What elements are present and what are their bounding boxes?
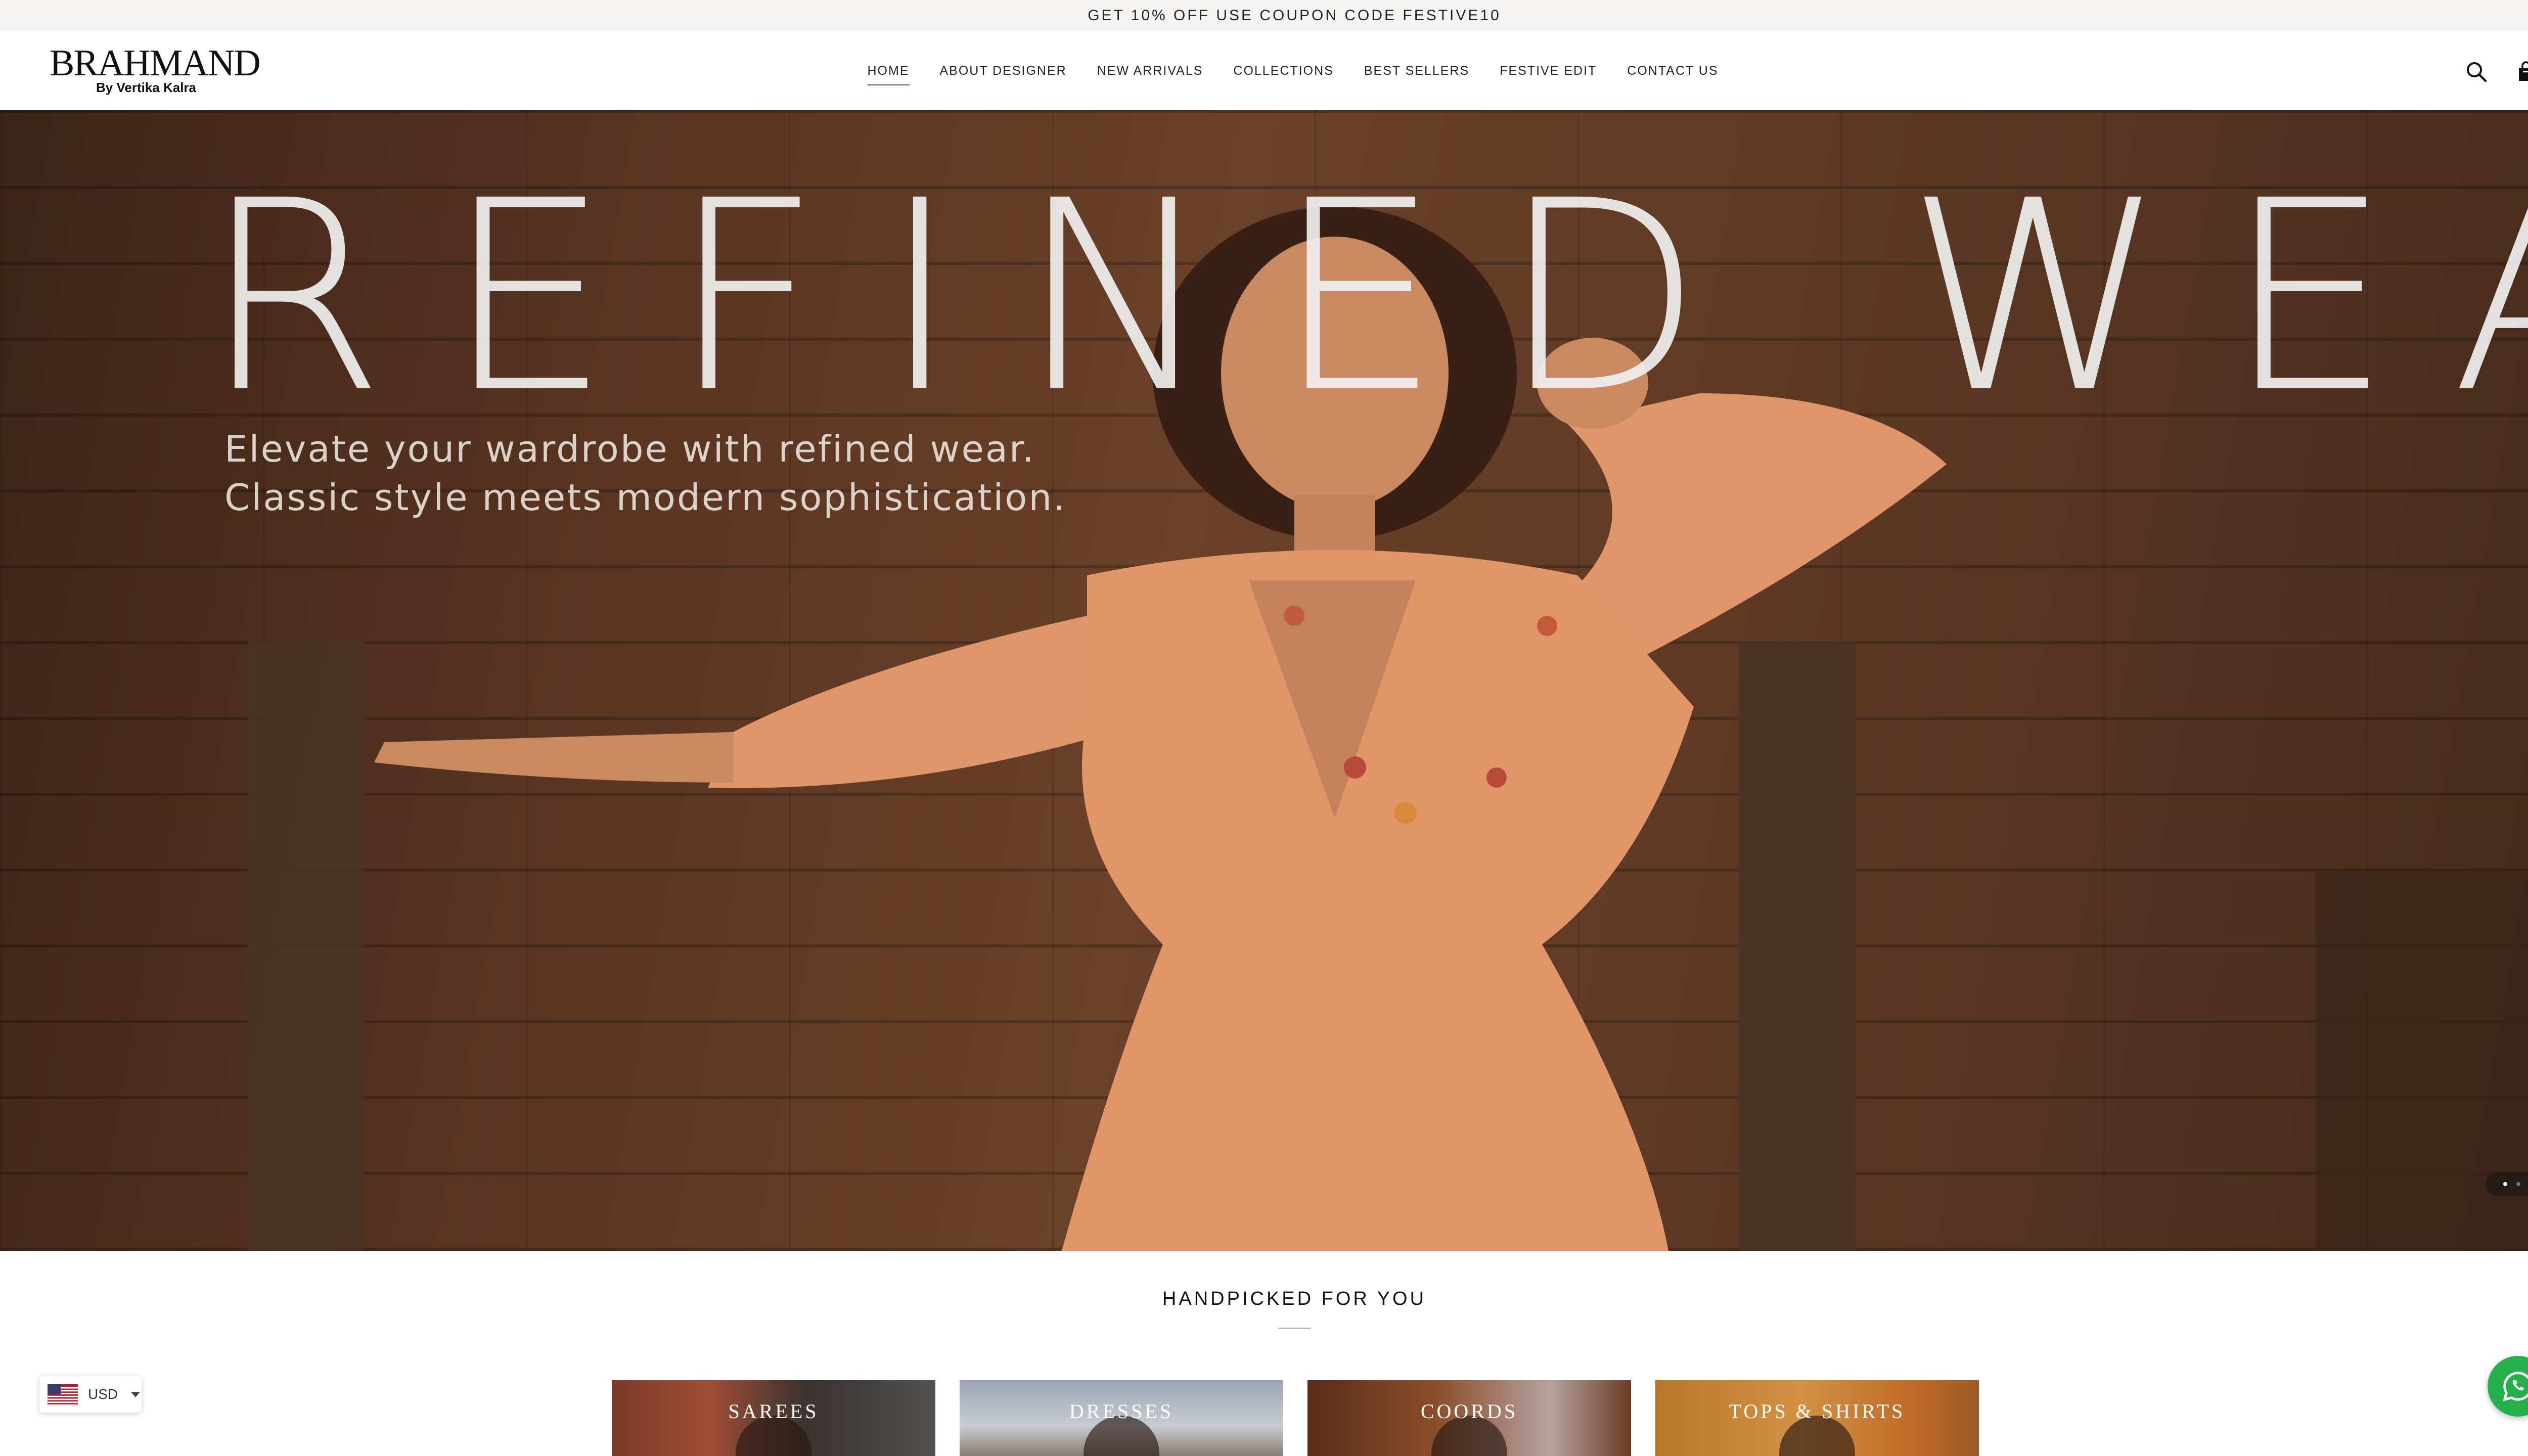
nav-item-collections[interactable]: COLLECTIONS bbox=[1233, 60, 1333, 82]
category-label: DRESSES bbox=[1069, 1400, 1174, 1423]
slide-dot[interactable] bbox=[2516, 1182, 2520, 1186]
category-label: COORDS bbox=[1420, 1400, 1518, 1423]
whatsapp-glyph-icon bbox=[2503, 1372, 2528, 1401]
nav-item-contact-us[interactable]: CONTACT US bbox=[1627, 60, 1718, 82]
site-header: BRAHMAND By Vertika Kalra HOME ABOUT DES… bbox=[0, 31, 2528, 111]
brand-logo[interactable]: BRAHMAND By Vertika Kalra bbox=[50, 44, 262, 96]
nav-item-best-sellers[interactable]: BEST SELLERS bbox=[1364, 60, 1469, 82]
nav-item-festive-edit[interactable]: FESTIVE EDIT bbox=[1500, 60, 1597, 82]
announcement-text: GET 10% OFF USE COUPON CODE FESTIVE10 bbox=[1088, 7, 1501, 24]
nav-item-home[interactable]: HOME bbox=[867, 60, 910, 85]
section-title: HANDPICKED FOR YOU bbox=[1162, 1288, 1427, 1309]
nav-item-about-designer[interactable]: ABOUT DESIGNER bbox=[940, 60, 1067, 82]
section-divider bbox=[1278, 1328, 1311, 1329]
slide-pagination[interactable] bbox=[2486, 1172, 2528, 1196]
announcement-bar: GET 10% OFF USE COUPON CODE FESTIVE10 bbox=[0, 0, 2528, 31]
currency-selector[interactable]: USD bbox=[39, 1376, 142, 1413]
category-card-sarees[interactable]: SAREES bbox=[612, 1380, 935, 1456]
shopping-bag-icon[interactable] bbox=[2514, 60, 2528, 84]
category-grid: SAREES DRESSES COORDS TOPS & SHIRTS bbox=[612, 1380, 1979, 1456]
main-nav: HOME ABOUT DESIGNER NEW ARRIVALS COLLECT… bbox=[0, 31, 2528, 110]
hero-banner[interactable]: REFINED WEAR Elevate your wardrobe with … bbox=[0, 110, 2528, 1251]
slide-dot-active[interactable] bbox=[2503, 1182, 2507, 1186]
category-card-tops-shirts[interactable]: TOPS & SHIRTS bbox=[1655, 1380, 1979, 1456]
search-icon[interactable] bbox=[2464, 60, 2489, 84]
category-card-dresses[interactable]: DRESSES bbox=[960, 1380, 1283, 1456]
nav-item-new-arrivals[interactable]: NEW ARRIVALS bbox=[1097, 60, 1203, 82]
category-label: SAREES bbox=[728, 1400, 819, 1423]
currency-code: USD bbox=[88, 1386, 118, 1402]
hero-subtitle: Elevate your wardrobe with refined wear.… bbox=[224, 428, 1066, 519]
hero-title: REFINED WEAR bbox=[202, 144, 2528, 450]
us-flag-icon bbox=[48, 1384, 78, 1404]
chevron-down-icon bbox=[131, 1391, 141, 1397]
brand-name: BRAHMAND bbox=[50, 42, 261, 84]
category-card-coords[interactable]: COORDS bbox=[1307, 1380, 1631, 1456]
category-label: TOPS & SHIRTS bbox=[1729, 1400, 1906, 1423]
whatsapp-icon[interactable] bbox=[2488, 1356, 2528, 1417]
